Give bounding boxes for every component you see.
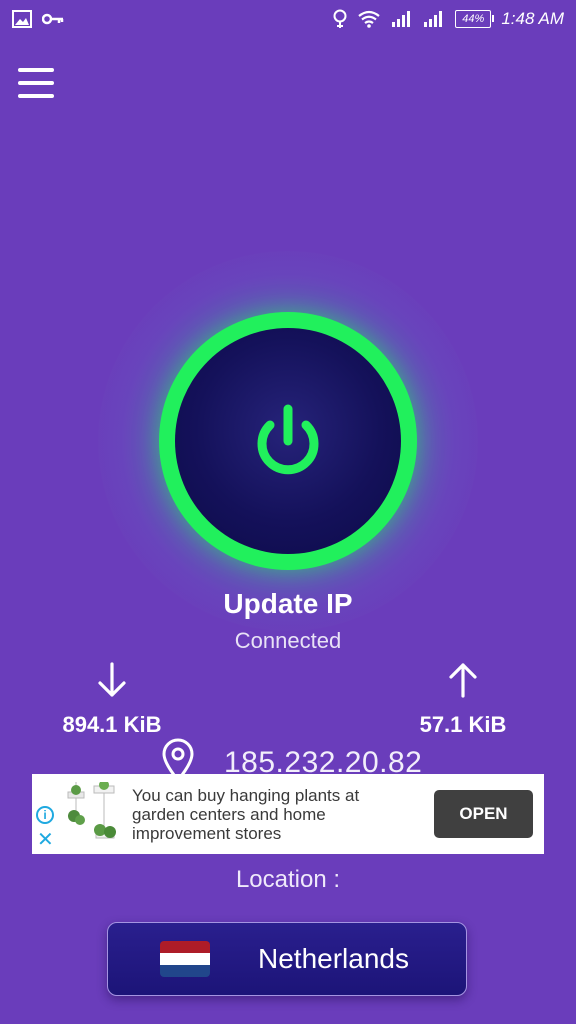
signal-icon <box>391 10 413 28</box>
download-stat: 894.1 KiB <box>32 662 192 738</box>
arrow-up-icon <box>383 662 543 702</box>
wifi-icon <box>357 10 381 28</box>
download-value: 894.1 KiB <box>62 712 162 737</box>
flag-stripe-white <box>160 953 210 965</box>
info-icon[interactable]: i <box>36 806 54 824</box>
upload-value: 57.1 KiB <box>419 712 507 737</box>
netherlands-flag-icon <box>160 941 210 977</box>
menu-bar-line <box>18 81 54 85</box>
key-icon <box>42 12 64 26</box>
menu-bar-line <box>18 94 54 98</box>
menu-bar-line <box>18 68 54 72</box>
power-icon <box>257 404 319 475</box>
ad-banner[interactable]: i ✕ You can buy hanging plants at garden… <box>32 774 544 854</box>
power-button-inner <box>175 328 401 554</box>
power-button[interactable] <box>159 312 417 570</box>
flag-stripe-blue <box>160 965 210 977</box>
location-label: Location : <box>235 866 341 893</box>
image-icon <box>12 10 32 28</box>
location-selector-button[interactable]: Netherlands <box>107 922 467 996</box>
status-bar-right: 44% 1:48 AM <box>333 9 564 29</box>
upload-stat: 57.1 KiB <box>383 662 543 738</box>
signal-icon-2 <box>423 10 445 28</box>
battery-icon: 44% <box>455 10 495 28</box>
ad-text[interactable]: You can buy hanging plants at garden cen… <box>132 786 412 843</box>
status-bar-left <box>12 10 64 28</box>
connection-status: Connected <box>234 628 342 653</box>
location-country: Netherlands <box>258 943 409 974</box>
status-bar-time: 1:48 AM <box>501 9 564 28</box>
flag-stripe-red <box>160 941 210 953</box>
ad-open-button[interactable]: OPEN <box>434 790 533 838</box>
status-bar: 44% 1:48 AM <box>0 0 576 38</box>
connection-title: Update IP <box>223 588 353 619</box>
close-icon[interactable]: ✕ <box>37 830 54 850</box>
arrow-down-icon <box>32 662 192 702</box>
bulb-icon <box>333 9 347 29</box>
hamburger-menu-icon[interactable] <box>18 68 54 98</box>
ad-plant-image <box>67 782 116 839</box>
